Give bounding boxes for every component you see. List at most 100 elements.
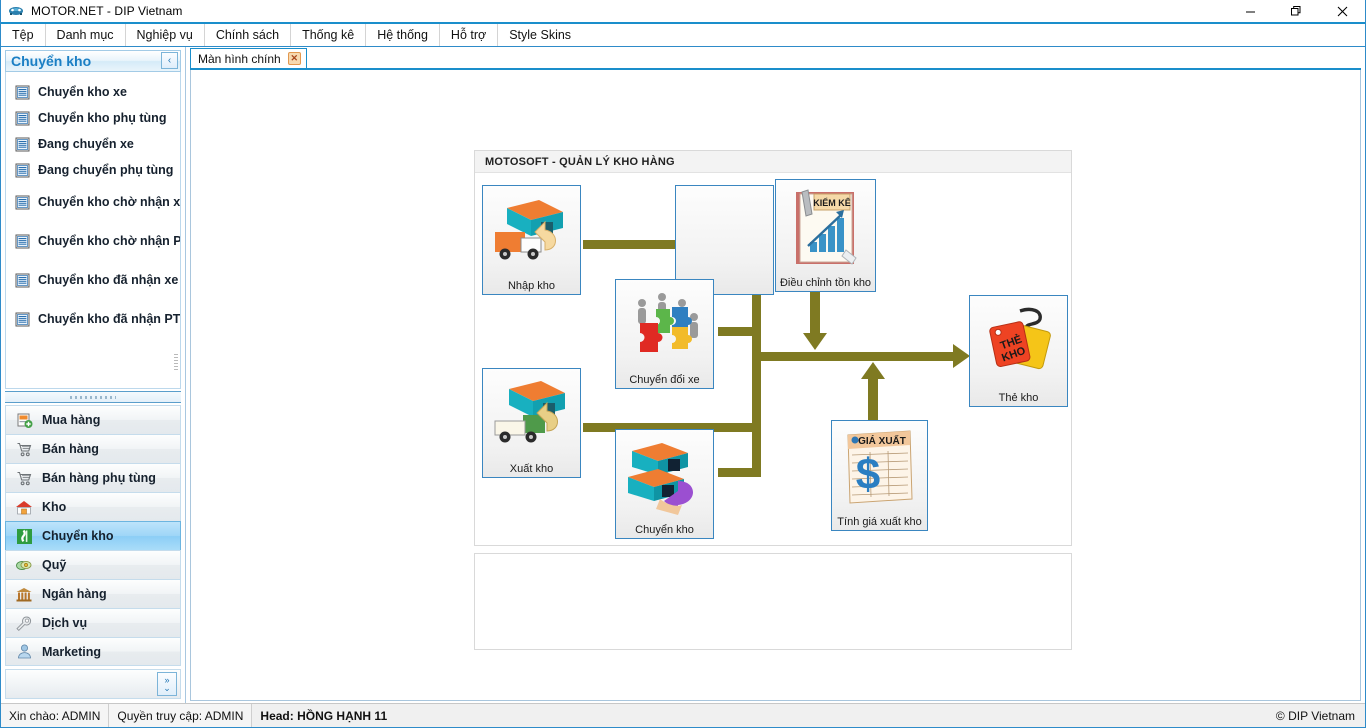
money-icon (15, 556, 33, 574)
sidebar-item-dang-chuyen-xe[interactable]: Đang chuyển xe (6, 131, 180, 157)
sidebar-item-chuyen-kho-phu-tung[interactable]: Chuyển kho phụ tùng (6, 105, 180, 131)
sidebar-item-ban-hang-phu-tung[interactable]: Bán hàng phụ tùng (5, 463, 181, 492)
sidebar-nav: Mua hàng Bán hàng Bán hàng phụ tùng Kho … (5, 405, 181, 666)
sidebar-item-dich-vu[interactable]: Dịch vụ (5, 608, 181, 637)
sidebar-item-label: Chuyển kho phụ tùng (38, 111, 167, 125)
sidebar-item-label: Chuyển kho đã nhận PT (38, 312, 181, 326)
sidebar-nav-label: Chuyển kho (42, 529, 114, 543)
list-icon (15, 195, 30, 210)
sidebar-item-chuyen-kho-xe[interactable]: Chuyển kho xe (6, 79, 180, 105)
svg-text:GIÁ XUẤT: GIÁ XUẤT (858, 434, 906, 447)
diagram-tile-chuyen-doi-xe[interactable]: Chuyển đổi xe (615, 279, 714, 389)
wrench-icon (15, 614, 33, 632)
connector-tinhgia-up (868, 378, 878, 421)
status-spacer (395, 704, 1266, 727)
menu-bar: Tệp Danh mục Nghiệp vụ Chính sách Thống … (1, 24, 1365, 47)
sidebar-item-label: Chuyển kho xe (38, 85, 127, 99)
sidebar-item-chuyen-kho[interactable]: Chuyển kho (5, 521, 181, 550)
scrollbar-grip[interactable] (174, 354, 178, 372)
diagram-tile-tinh-gia-xuat-kho[interactable]: GIÁ XUẤT $ Tính giá xuất kho (831, 420, 928, 531)
sidebar-nav-label: Marketing (42, 644, 102, 659)
menu-chinh-sach[interactable]: Chính sách (205, 24, 292, 46)
sidebar-item-ban-hang[interactable]: Bán hàng (5, 434, 181, 463)
splitter-grip-icon (70, 395, 116, 399)
menu-style-skins[interactable]: Style Skins (498, 24, 582, 46)
person-icon (15, 643, 33, 661)
list-icon (15, 137, 30, 152)
sidebar-item-cho-nhan-pt[interactable]: Chuyển kho chờ nhận PT (6, 228, 180, 254)
sidebar-scrollbar[interactable] (173, 74, 179, 386)
chevron-left-icon[interactable]: ‹ (161, 52, 178, 69)
sidebar: Chuyển kho ‹ Chuyển kho xe Chuyển kho ph… (1, 47, 186, 703)
diagram-tile-chuyen-kho[interactable]: Chuyển kho (615, 429, 714, 539)
car-icon (8, 3, 24, 19)
stock-card-icon: THẺ KHO (970, 296, 1067, 391)
arrow-head-dieuchinh-down (803, 333, 827, 350)
price-sheet-icon: GIÁ XUẤT $ (832, 421, 927, 515)
arrow-head-tinhgia-up (861, 362, 885, 379)
close-icon[interactable]: ✕ (287, 52, 301, 65)
diagram-panel: MOTOSOFT - QUẢN LÝ KHO HÀNG Nhập kho Xuấ… (474, 150, 1072, 546)
diagram-tile-xuat-kho[interactable]: Xuất kho (482, 368, 581, 478)
tab-label: Màn hình chính (198, 51, 281, 66)
sidebar-nav-label: Quỹ (42, 558, 67, 572)
sidebar-item-ngan-hang[interactable]: Ngân hàng (5, 579, 181, 608)
svg-text:KIỂM KÊ: KIỂM KÊ (813, 197, 851, 208)
close-button[interactable] (1319, 0, 1365, 22)
connector-chuyenkho-to-trunk (718, 468, 761, 477)
sidebar-nav-label: Bán hàng (42, 442, 99, 456)
secondary-empty-panel (474, 553, 1072, 650)
diagram-tile-caption: Chuyển đổi xe (629, 374, 700, 386)
sidebar-item-kho[interactable]: Kho (5, 492, 181, 521)
sidebar-item-quy[interactable]: Quỹ (5, 550, 181, 579)
sidebar-item-cho-nhan-xe[interactable]: Chuyển kho chờ nhận xe (6, 189, 180, 215)
cart-icon (15, 440, 33, 458)
sidebar-nav-label: Dịch vụ (42, 616, 88, 630)
connector-chuyendoi-to-trunk (718, 327, 761, 336)
menu-nghiep-vu[interactable]: Nghiệp vụ (126, 24, 205, 46)
main-area: Màn hình chính ✕ MOTOSOFT - QUẢN LÝ KHO … (186, 47, 1365, 703)
menu-ho-tro[interactable]: Hỗ trợ (440, 24, 499, 46)
diagram-tile-caption: Tính giá xuất kho (837, 516, 922, 528)
chevrons-down-icon[interactable]: » ⌄ (157, 672, 177, 696)
diagram-tile-dieu-chinh-ton-kho[interactable]: KIỂM KÊ Điều chỉnh tồn kho (775, 179, 876, 292)
menu-tep[interactable]: Tệp (1, 24, 46, 46)
sidebar-item-list: Chuyển kho xe Chuyển kho phụ tùng Đang c… (5, 72, 181, 389)
minimize-button[interactable] (1227, 0, 1273, 22)
warehouse-truck-in-icon (483, 186, 580, 279)
status-head: Head: HỒNG HẠNH 11 (252, 704, 396, 727)
menu-danh-muc[interactable]: Danh mục (46, 24, 126, 46)
list-icon (15, 312, 30, 327)
window-controls (1227, 0, 1365, 22)
puzzle-team-icon (616, 280, 713, 373)
sidebar-nav-label: Bán hàng phụ tùng (42, 471, 156, 485)
sidebar-item-label: Chuyển kho chờ nhận xe (38, 195, 181, 209)
svg-text:$: $ (855, 450, 879, 499)
cart-icon (15, 469, 33, 487)
workspace-canvas: MOTOSOFT - QUẢN LÝ KHO HÀNG Nhập kho Xuấ… (190, 70, 1361, 701)
sidebar-item-label: Chuyển kho đã nhận xe (38, 273, 179, 287)
diagram-tile-caption: Xuất kho (509, 463, 554, 475)
menu-he-thong[interactable]: Hệ thống (366, 24, 440, 46)
connector-dieuchinh-down (810, 292, 820, 335)
diagram-tile-nhap-kho[interactable]: Nhập kho (482, 185, 581, 295)
diagram-tile-the-kho[interactable]: THẺ KHO Thẻ kho (969, 295, 1068, 407)
sidebar-item-mua-hang[interactable]: Mua hàng (5, 405, 181, 434)
window-body: Chuyển kho ‹ Chuyển kho xe Chuyển kho ph… (1, 47, 1365, 703)
sidebar-item-da-nhan-xe[interactable]: Chuyển kho đã nhận xe (6, 267, 180, 293)
list-icon (15, 111, 30, 126)
sidebar-item-marketing[interactable]: Marketing (5, 637, 181, 666)
sidebar-item-label: Chuyển kho chờ nhận PT (38, 234, 181, 248)
sidebar-item-da-nhan-pt[interactable]: Chuyển kho đã nhận PT (6, 306, 180, 332)
maximize-button[interactable] (1273, 0, 1319, 22)
chevron-glyph-2: ⌄ (163, 683, 171, 693)
connector-trunk-to-thekho (761, 352, 956, 361)
sidebar-item-dang-chuyen-phu-tung[interactable]: Đang chuyển phụ tùng (6, 157, 180, 183)
menu-thong-ke[interactable]: Thống kê (291, 24, 367, 46)
sidebar-footer: » ⌄ (5, 669, 181, 699)
sidebar-splitter[interactable] (5, 391, 181, 403)
sidebar-nav-label: Ngân hàng (42, 587, 107, 601)
arrow-head-to-thekho (953, 344, 970, 368)
tab-man-hinh-chinh[interactable]: Màn hình chính ✕ (190, 48, 307, 68)
sidebar-header: Chuyển kho ‹ (5, 50, 181, 72)
